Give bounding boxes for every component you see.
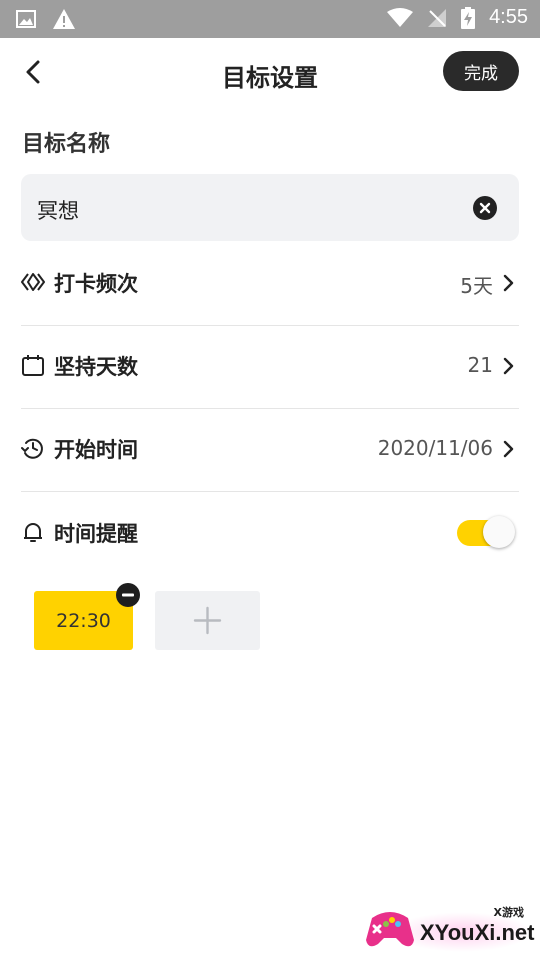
watermark-tag: X游戏 — [493, 906, 524, 919]
image-notification-icon — [16, 10, 36, 28]
remove-time-button[interactable] — [116, 583, 140, 607]
watermark-brand: XYouXi.net — [420, 920, 535, 945]
wifi-icon — [387, 7, 414, 27]
calendar-icon — [22, 355, 44, 376]
status-time: 4:55 — [489, 6, 528, 28]
bell-icon — [24, 523, 42, 542]
duration-label: 坚持天数 — [54, 355, 138, 379]
start-date-value: 2020/11/06 — [377, 436, 493, 460]
goal-name-field[interactable]: 冥想 — [21, 174, 519, 241]
battery-charging-icon — [461, 6, 476, 29]
warning-icon — [53, 9, 75, 29]
close-icon — [479, 202, 491, 214]
done-button[interactable]: 完成 — [443, 51, 519, 91]
toggle-knob — [483, 516, 515, 548]
chevron-right-icon — [503, 274, 514, 292]
minus-icon — [122, 593, 134, 597]
duration-value: 21 — [467, 353, 493, 377]
goal-name-value[interactable]: 冥想 — [37, 195, 79, 225]
frequency-label: 打卡频次 — [54, 272, 138, 296]
frequency-row[interactable]: 打卡频次 5天 — [21, 242, 519, 326]
frequency-value: 5天 — [460, 274, 493, 298]
clear-icon[interactable] — [473, 196, 497, 220]
top-bar: 目标设置 完成 — [0, 38, 540, 110]
status-bar: 4:55 — [0, 0, 540, 38]
start-date-row[interactable]: 开始时间 2020/11/06 — [21, 408, 519, 492]
gamepad-logo-icon — [366, 912, 414, 947]
reminder-toggle[interactable] — [457, 516, 515, 548]
duration-row[interactable]: 坚持天数 21 — [21, 325, 519, 409]
start-date-label: 开始时间 — [54, 438, 138, 462]
watermark: X游戏 XYouXi.net — [362, 898, 538, 958]
no-signal-icon — [428, 8, 447, 27]
add-time-button[interactable] — [155, 591, 260, 650]
chevron-right-icon — [503, 357, 514, 375]
reminder-row: 时间提醒 — [21, 490, 519, 576]
frequency-icon — [21, 273, 45, 291]
plus-icon — [193, 606, 222, 635]
reminder-label: 时间提醒 — [54, 522, 138, 546]
clock-icon — [21, 438, 43, 459]
goal-name-label: 目标名称 — [22, 132, 111, 157]
chevron-right-icon — [503, 440, 514, 458]
